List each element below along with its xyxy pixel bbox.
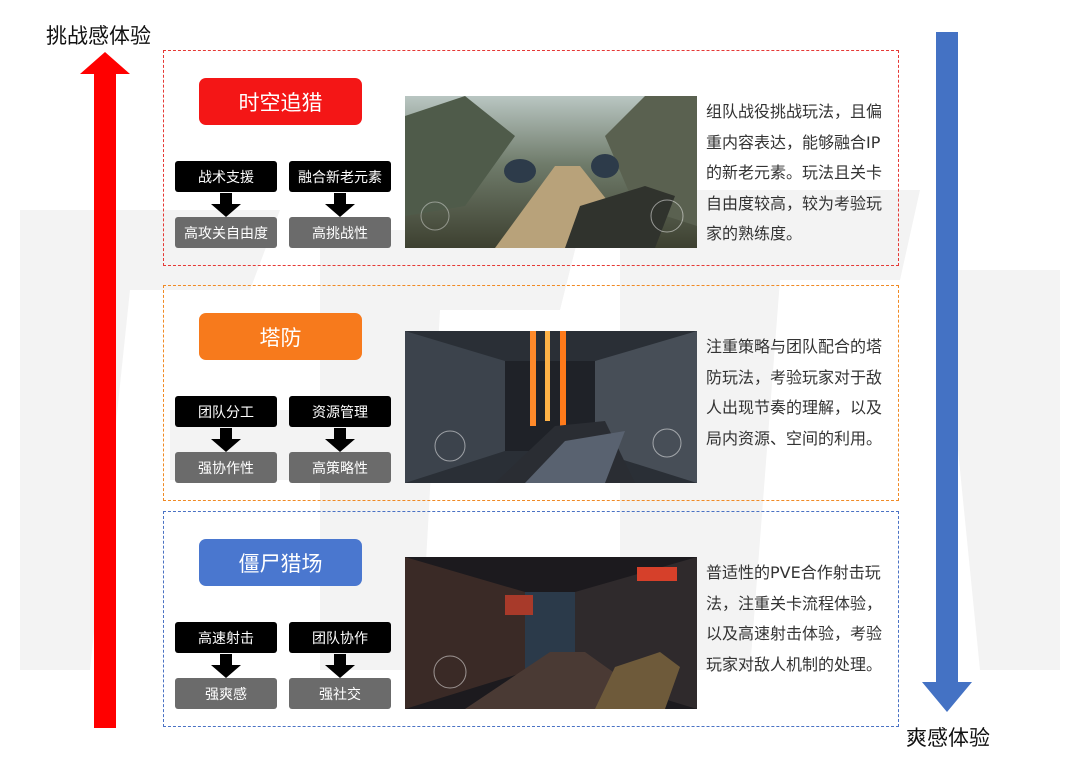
feature-box: 融合新老元素 <box>289 161 391 192</box>
result-box: 高攻关自由度 <box>175 217 277 248</box>
feature-box: 团队分工 <box>175 396 277 427</box>
mode-panel-tower-defense: 塔防 团队分工 资源管理 强协作性 高策略性 注重策略与团队配合的塔防玩法，考验… <box>163 285 899 501</box>
gameplay-screenshot <box>405 96 697 248</box>
thrill-experience-label: 爽感体验 <box>906 726 990 750</box>
arrow-down-icon <box>211 193 241 217</box>
mode-panel-time-hunt: 时空追猎 战术支援 融合新老元素 高攻关自由度 高挑战性 组队战役挑战玩法，且偏… <box>163 50 899 266</box>
thrill-down-arrow <box>922 32 972 712</box>
mode-description: 普适性的PVE合作射击玩法，注重关卡流程体验，以及高速射击体验，考验玩家对敌人机… <box>706 563 883 674</box>
feature-box: 战术支援 <box>175 161 277 192</box>
arrow-down-icon <box>325 654 355 678</box>
gameplay-screenshot <box>405 557 697 709</box>
mode-title: 塔防 <box>199 313 362 360</box>
challenge-experience-label: 挑战感体验 <box>46 24 151 48</box>
challenge-up-arrow <box>80 52 130 728</box>
arrow-down-icon <box>211 428 241 452</box>
result-box: 强爽感 <box>175 678 277 709</box>
result-box: 高挑战性 <box>289 217 391 248</box>
result-box: 高策略性 <box>289 452 391 483</box>
arrow-down-icon <box>211 654 241 678</box>
gameplay-screenshot <box>405 331 697 483</box>
result-box: 强社交 <box>289 678 391 709</box>
mode-title: 僵尸猎场 <box>199 539 362 586</box>
mode-description: 组队战役挑战玩法，且偏重内容表达，能够融合IP的新老元素。玩法且关卡自由度较高，… <box>706 102 883 243</box>
mode-description: 注重策略与团队配合的塔防玩法，考验玩家对于敌人出现节奏的理解，以及局内资源、空间… <box>706 337 883 448</box>
mode-title: 时空追猎 <box>199 78 362 125</box>
result-box: 强协作性 <box>175 452 277 483</box>
feature-box: 资源管理 <box>289 396 391 427</box>
arrow-down-icon <box>325 428 355 452</box>
feature-box: 高速射击 <box>175 622 277 653</box>
feature-box: 团队协作 <box>289 622 391 653</box>
arrow-down-icon <box>325 193 355 217</box>
mode-panel-zombie-hunt: 僵尸猎场 高速射击 团队协作 强爽感 强社交 普适性的PVE合作射击玩法，注重关… <box>163 511 899 727</box>
